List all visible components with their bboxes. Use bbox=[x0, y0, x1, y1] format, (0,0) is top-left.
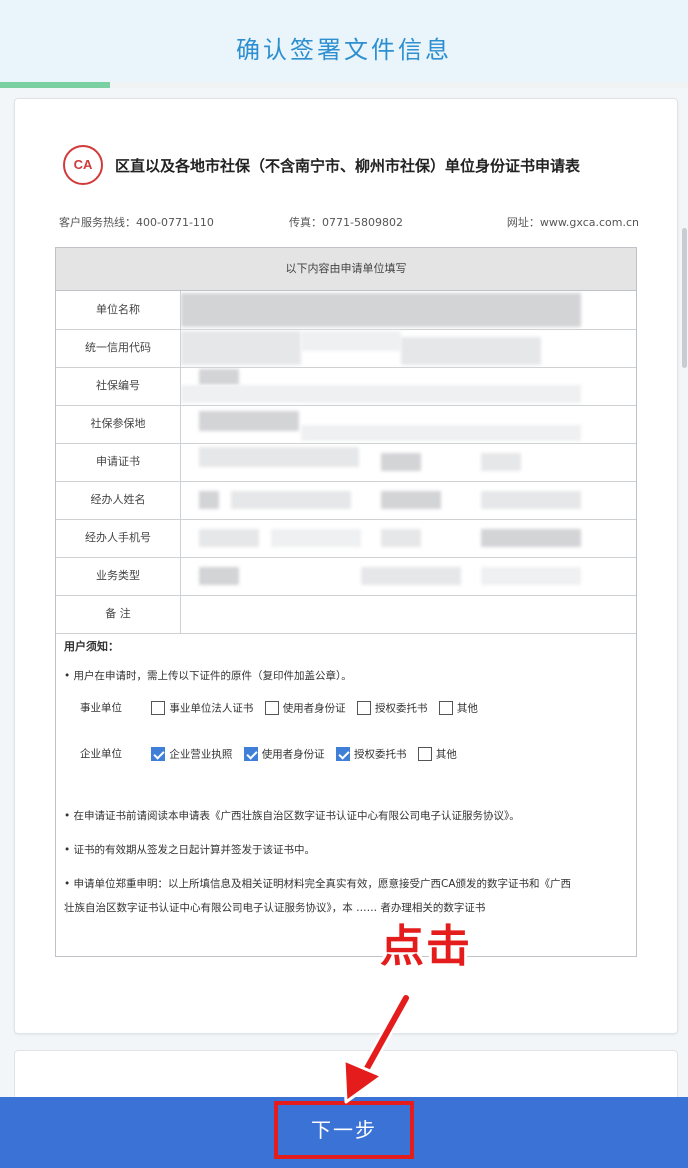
notice-line: • 申请单位郑重申明：以上所填信息及相关证明材料完全真实有效，愿意接受广西CA颁… bbox=[64, 878, 572, 890]
checkbox[interactable] bbox=[438, 701, 453, 715]
field-label: 业务类型 bbox=[56, 557, 181, 595]
field-label: 经办人姓名 bbox=[56, 481, 181, 519]
option-group-label: 事业单位 bbox=[80, 702, 122, 714]
contact-fax: 传真：0771-5809802 bbox=[289, 216, 403, 229]
ca-logo-text: CA bbox=[73, 157, 93, 172]
scrollbar-thumb[interactable] bbox=[682, 228, 687, 368]
field-value-redacted bbox=[181, 519, 636, 557]
contact-website: 网址：www.gxca.com.cn bbox=[506, 216, 639, 229]
checkbox[interactable] bbox=[357, 701, 372, 715]
annotation-label: 点击 bbox=[380, 921, 472, 972]
field-row-social-location: 社保参保地 bbox=[56, 405, 636, 444]
checkbox[interactable] bbox=[264, 701, 279, 715]
scrollbar[interactable] bbox=[680, 98, 688, 1032]
progress-fill bbox=[0, 82, 111, 88]
checkbox-checked[interactable] bbox=[243, 747, 258, 761]
checkbox-label: 授权委托书 bbox=[375, 702, 428, 715]
notice-line: • 在申请证书前请阅读本申请表《广西壮族自治区数字证书认证中心有限公司电子认证服… bbox=[64, 810, 520, 822]
field-row-business-type: 业务类型 bbox=[56, 557, 636, 596]
field-label: 单位名称 bbox=[56, 291, 181, 329]
field-value-redacted bbox=[181, 405, 636, 443]
field-row-credit-code: 统一信用代码 bbox=[56, 329, 636, 368]
field-value-redacted bbox=[181, 291, 636, 329]
field-label: 社保编号 bbox=[56, 367, 181, 405]
notice-line: • 证书的有效期从签发之日起计算并签发于该证书中。 bbox=[64, 844, 316, 856]
field-value-empty bbox=[181, 595, 636, 633]
field-value-redacted bbox=[181, 557, 636, 595]
field-row-operator-name: 经办人姓名 bbox=[56, 481, 636, 520]
field-label: 申请证书 bbox=[56, 443, 181, 481]
document-title: 区直以及各地市社保（不含南宁市、柳州市社保）单位身份证书申请表 bbox=[115, 157, 581, 175]
checkbox-checked[interactable] bbox=[151, 747, 166, 761]
page-header: 确认签署文件信息 bbox=[0, 0, 688, 88]
field-label: 社保参保地 bbox=[56, 405, 181, 443]
public-institution-options: 事业单位 事业单位法人证书 使用者身份证 授权委托书 其他 bbox=[80, 700, 478, 716]
ca-logo-icon: CA bbox=[63, 145, 103, 185]
field-value-redacted bbox=[181, 367, 636, 405]
page-title: 确认签署文件信息 bbox=[236, 36, 452, 64]
field-label: 经办人手机号 bbox=[56, 519, 181, 557]
contact-hotline: 客户服务热线：400-0771-110 bbox=[59, 216, 214, 229]
field-value-redacted bbox=[181, 481, 636, 519]
field-row-operator-phone: 经办人手机号 bbox=[56, 519, 636, 558]
contact-info: 客户服务热线：400-0771-110 传真：0771-5809802 网址：w… bbox=[59, 214, 639, 234]
checkbox[interactable] bbox=[151, 701, 166, 715]
notice-line: • 用户在申请时，需上传以下证件的原件（复印件加盖公章）。 bbox=[64, 670, 352, 682]
checkbox-label: 其他 bbox=[456, 702, 478, 715]
checkbox-label: 事业单位法人证书 bbox=[169, 702, 254, 715]
document-heading: CA 区直以及各地市社保（不含南宁市、柳州市社保）单位身份证书申请表 bbox=[63, 145, 663, 193]
checkbox-label: 企业营业执照 bbox=[169, 748, 233, 761]
enterprise-options: 企业单位 企业营业执照 使用者身份证 授权委托书 其他 bbox=[80, 746, 457, 762]
progress-track bbox=[0, 82, 688, 88]
field-row-unit-name: 单位名称 bbox=[56, 291, 636, 330]
field-label: 备 注 bbox=[56, 595, 181, 633]
checkbox-label: 使用者身份证 bbox=[282, 702, 346, 715]
field-row-social-number: 社保编号 bbox=[56, 367, 636, 406]
checkbox-label: 使用者身份证 bbox=[261, 748, 325, 761]
checkbox-label: 授权委托书 bbox=[354, 748, 407, 761]
field-value-redacted bbox=[181, 329, 636, 367]
checkbox[interactable] bbox=[417, 747, 432, 761]
field-value-redacted bbox=[181, 443, 636, 481]
field-row-remark: 备 注 bbox=[56, 595, 636, 634]
application-form-table: 以下内容由申请单位填写 单位名称 统一信用代码 社保编号 社保参保地 申请证书 … bbox=[55, 247, 637, 957]
section-header: 以下内容由申请单位填写 bbox=[56, 248, 636, 291]
field-label: 统一信用代码 bbox=[56, 329, 181, 367]
checkbox-label: 其他 bbox=[435, 748, 457, 761]
option-group-label: 企业单位 bbox=[80, 748, 122, 760]
notice-title: 用户须知： bbox=[64, 640, 119, 653]
annotation-arrow-icon bbox=[342, 992, 412, 1104]
field-row-certificate: 申请证书 bbox=[56, 443, 636, 482]
document-preview[interactable]: CA 区直以及各地市社保（不含南宁市、柳州市社保）单位身份证书申请表 客户服务热… bbox=[14, 98, 678, 1034]
checkbox-checked[interactable] bbox=[336, 747, 351, 761]
